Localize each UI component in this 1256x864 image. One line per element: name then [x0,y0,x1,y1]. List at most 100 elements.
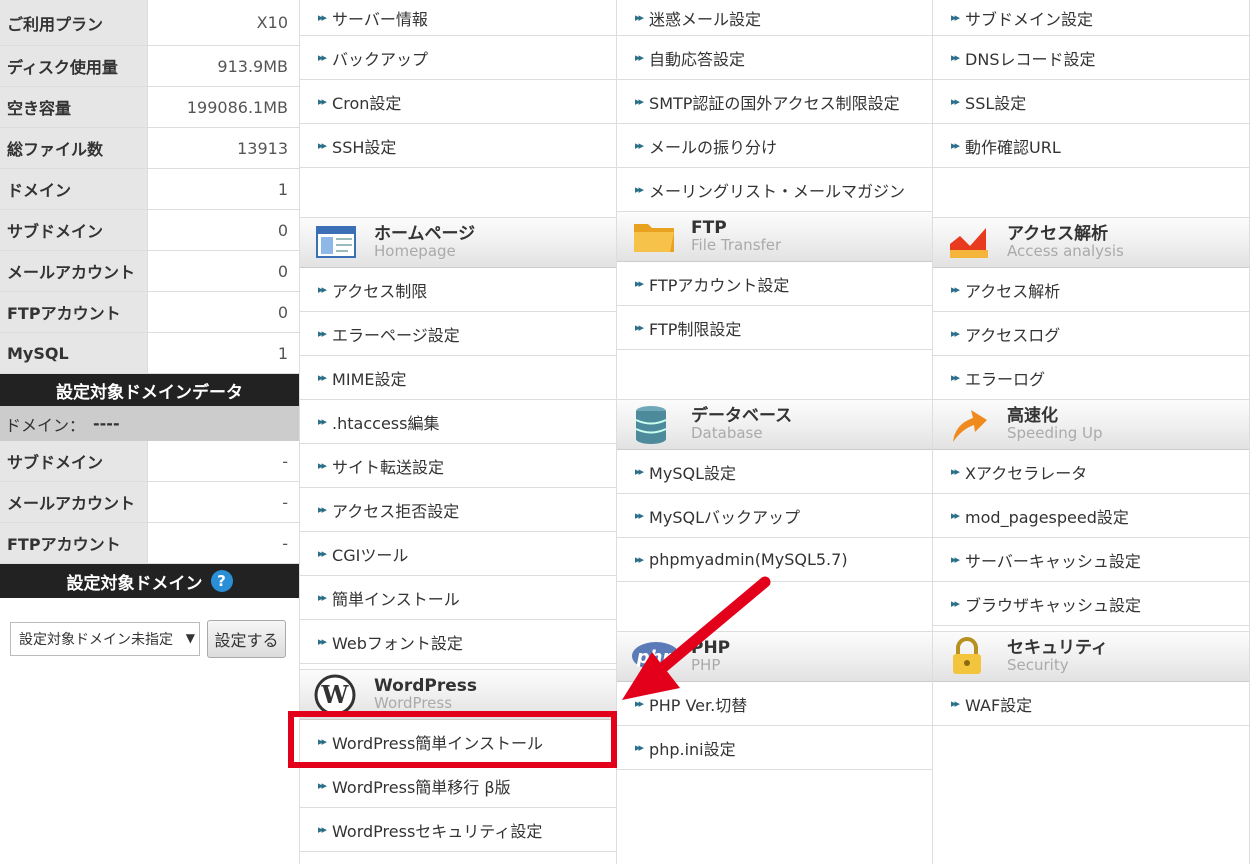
stat-label: サブドメイン [0,441,148,481]
section-subtitle: WordPress [374,693,453,712]
menu-item[interactable]: ▸▸ 簡単インストール [300,576,616,620]
access-chart-icon [947,222,997,264]
domain-row: ドメイン： ---- [0,406,299,441]
help-icon[interactable]: ? [210,570,233,592]
menu-item-label: 迷惑メール設定 [649,9,762,29]
stat-value: 0 [277,220,288,240]
domain-label: ドメイン： [5,415,86,435]
menu-item[interactable]: ▸▸ WAF設定 [933,682,1249,726]
section-access-analysis: アクセス解析 Access analysis [933,218,1249,268]
menu-item[interactable]: ▸▸ アクセスログ [933,312,1249,356]
menu-column-mail: ▸▸ 迷惑メール設定 ▸▸ 自動応答設定 ▸▸ SMTP認証の国外アクセス制限設定 ▸▸ メー… [616,0,933,864]
stat-row: メールアカウント 0 [0,251,299,292]
stat-label: ご利用プラン [0,0,148,45]
menu-item[interactable]: ▸▸ CGIツール [300,532,616,576]
menu-item[interactable]: ▸▸ php.ini設定 [617,726,933,770]
menu-item[interactable]: ▸▸ サーバーキャッシュ設定 [933,538,1249,582]
arrow-icon: ▸▸ [318,823,327,836]
domain-stats-table: サブドメイン - メールアカウント - FTPアカウント - [0,441,299,564]
stat-value: X10 [256,13,288,32]
section-ftp: FTP File Transfer [617,212,933,262]
menu-item[interactable]: ▸▸ PHP Ver.切替 [617,682,933,726]
stat-value: - [282,533,288,553]
stat-label: ディスク使用量 [0,46,148,86]
set-domain-button[interactable]: 設定する [207,620,286,658]
speed-arrow-icon [947,404,997,446]
section-subtitle: Access analysis [1007,241,1124,260]
section-subtitle: File Transfer [691,235,782,254]
arrow-icon: ▸▸ [318,591,327,604]
menu-item[interactable]: ▸▸ 迷惑メール設定 [617,0,933,36]
arrow-icon: ▸▸ [318,51,327,64]
menu-item[interactable]: ▸▸ SSL設定 [933,80,1249,124]
arrow-icon: ▸▸ [635,697,644,710]
menu-item[interactable]: ▸▸ MIME設定 [300,356,616,400]
arrow-icon: ▸▸ [951,95,960,108]
menu-item-label: phpmyadmin(MySQL5.7) [649,550,848,569]
menu-item[interactable]: ▸▸ WordPress簡単移行 β版 [300,764,616,808]
menu-item[interactable]: ▸▸ MySQL設定 [617,450,933,494]
section-title: PHP [691,637,731,658]
stat-label: 空き容量 [0,87,148,127]
menu-item[interactable]: ▸▸ サイト転送設定 [300,444,616,488]
arrow-icon: ▸▸ [635,183,644,196]
arrow-icon: ▸▸ [318,547,327,560]
arrow-icon: ▸▸ [951,371,960,384]
stat-value: 1 [277,179,288,199]
stat-label: ドメイン [0,169,148,209]
menu-item[interactable]: ▸▸ .htaccess編集 [300,400,616,444]
menu-item[interactable]: ▸▸ phpmyadmin(MySQL5.7) [617,538,933,582]
section-database: データベース Database [617,400,933,450]
menu-item[interactable]: ▸▸ ブラウザキャッシュ設定 [933,582,1249,626]
arrow-icon: ▸▸ [951,283,960,296]
menu-item-backup[interactable]: ▸▸ バックアップ [300,36,616,80]
security-menu-list: ▸▸ WAF設定 [933,682,1249,726]
menu-item[interactable]: ▸▸ アクセス解析 [933,268,1249,312]
menu-item-label: エラーログ [965,369,1046,389]
arrow-icon: ▸▸ [635,321,644,334]
wordpress-logo-icon: W [314,674,364,716]
menu-item[interactable]: ▸▸ SMTP認証の国外アクセス制限設定 [617,80,933,124]
menu-item[interactable]: ▸▸ WordPressセキュリティ設定 [300,808,616,852]
stat-label: FTPアカウント [0,292,148,332]
menu-item[interactable]: ▸▸ Xアクセラレータ [933,450,1249,494]
stat-row: FTPアカウント - [0,523,299,564]
menu-item-label: mod_pagespeed設定 [965,507,1129,527]
menu-item[interactable]: ▸▸ エラーログ [933,356,1249,400]
menu-item-label: CGIツール [332,545,409,565]
menu-item[interactable]: ▸▸ メーリングリスト・メールマガジン [617,168,933,212]
menu-item[interactable]: ▸▸ MySQLバックアップ [617,494,933,538]
arrow-icon: ▸▸ [318,95,327,108]
menu-item-ssh[interactable]: ▸▸ SSH設定 [300,124,616,168]
menu-item-label: サブドメイン設定 [965,9,1094,29]
menu-item[interactable]: ▸▸ エラーページ設定 [300,312,616,356]
domain-data-header: 設定対象ドメインデータ [0,374,299,406]
menu-item[interactable]: ▸▸ mod_pagespeed設定 [933,494,1249,538]
menu-item[interactable]: ▸▸ DNSレコード設定 [933,36,1249,80]
menu-item[interactable]: ▸▸ アクセス拒否設定 [300,488,616,532]
menu-item-server-info[interactable]: ▸▸ サーバー情報 [300,0,616,36]
menu-item[interactable]: ▸▸ Webフォント設定 [300,620,616,664]
menu-item[interactable]: ▸▸ 動作確認URL [933,124,1249,168]
menu-item[interactable]: ▸▸ FTP制限設定 [617,306,933,350]
domain-value: ---- [93,414,120,433]
menu-item[interactable]: ▸▸ アクセス制限 [300,268,616,312]
php-logo-icon: php [631,636,681,678]
menu-item-label: MySQLバックアップ [649,507,800,527]
menu-item[interactable]: ▸▸ FTPアカウント設定 [617,262,933,306]
stat-value: 1 [277,343,288,363]
arrow-icon: ▸▸ [951,139,960,152]
arrow-icon: ▸▸ [951,597,960,610]
target-domain-select[interactable]: 設定対象ドメイン未指定 ▼ [10,622,200,656]
arrow-icon: ▸▸ [318,139,327,152]
stat-value: - [282,492,288,512]
menu-item-cron[interactable]: ▸▸ Cron設定 [300,80,616,124]
menu-item[interactable]: ▸▸ メールの振り分け [617,124,933,168]
server-menu-list: ▸▸ サーバー情報 ▸▸ バックアップ ▸▸ Cron設定 ▸▸ SSH設定 [300,0,616,218]
arrow-icon: ▸▸ [635,11,644,24]
php-logo-text: php [636,647,676,668]
menu-item[interactable]: ▸▸ 自動応答設定 [617,36,933,80]
menu-item[interactable]: ▸▸ サブドメイン設定 [933,0,1249,36]
arrow-icon: ▸▸ [635,277,644,290]
menu-item-label: アクセスログ [965,325,1061,345]
